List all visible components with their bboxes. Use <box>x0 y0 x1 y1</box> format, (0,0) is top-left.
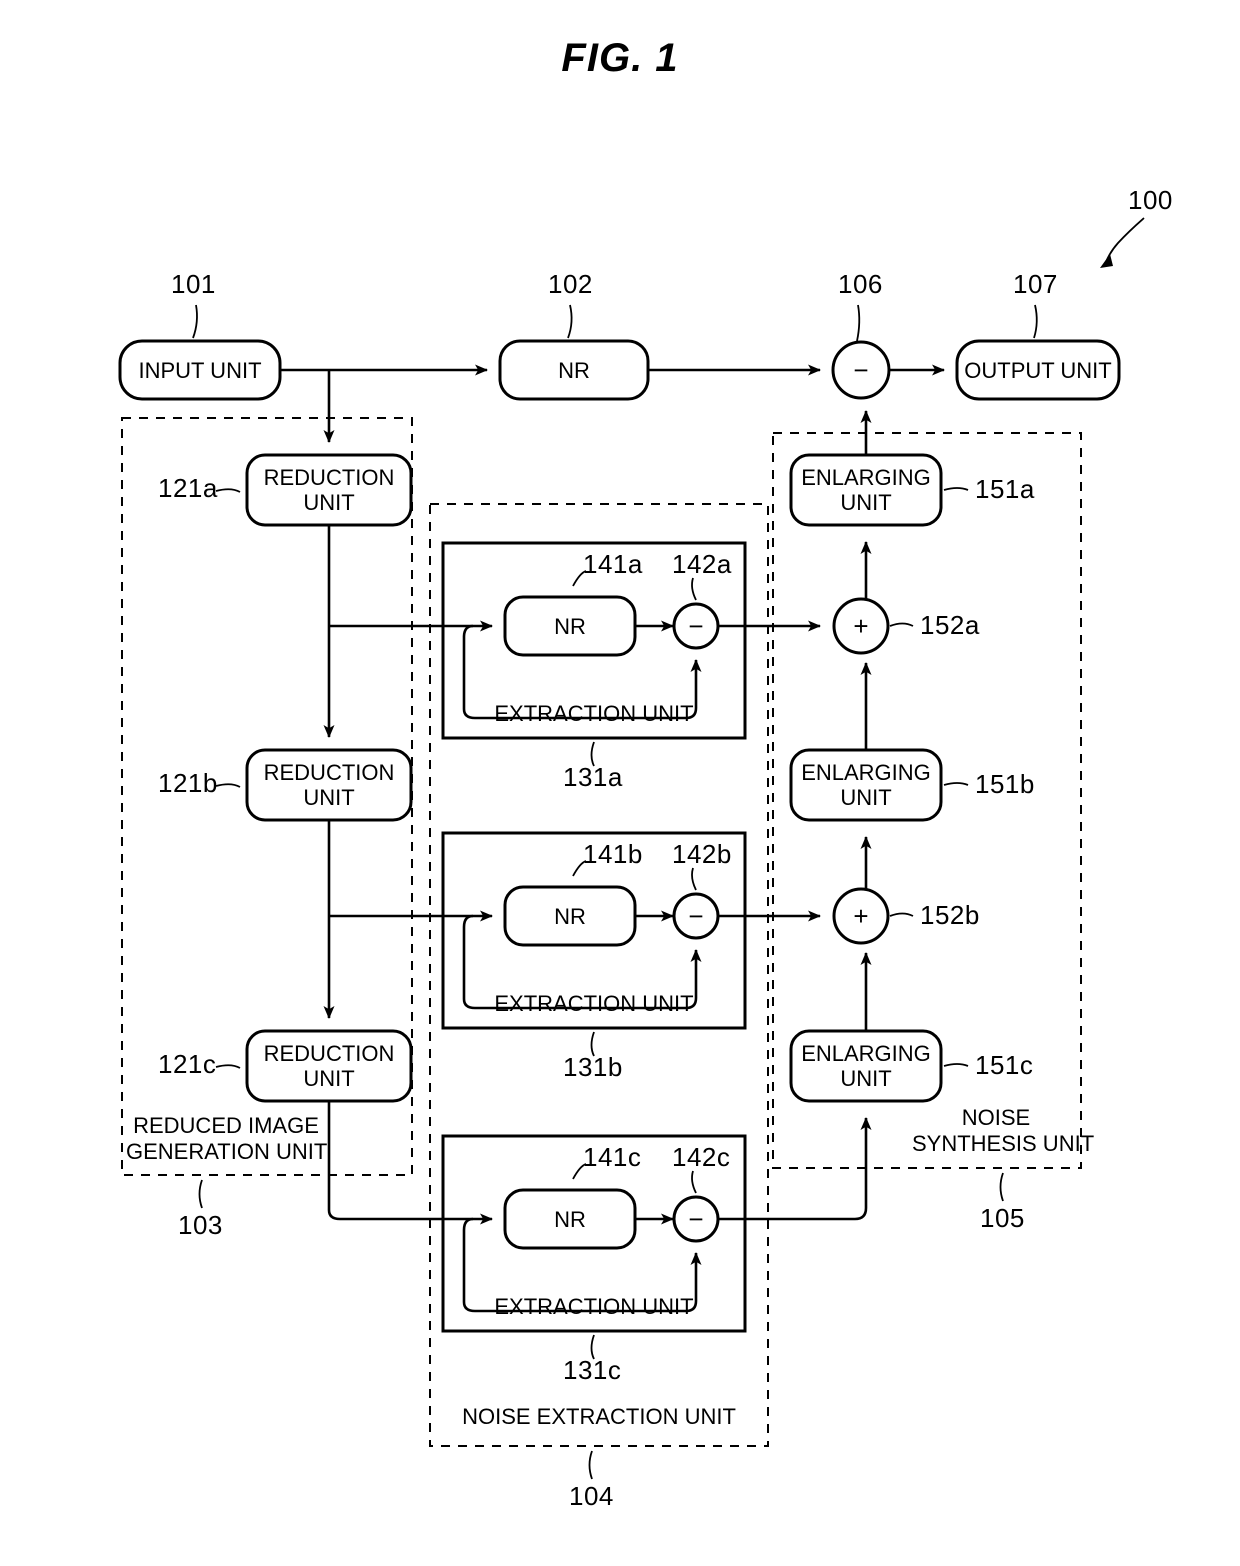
leader-102 <box>567 304 573 339</box>
ref-142c: 142c <box>672 1142 731 1172</box>
ref-103: 103 <box>178 1210 223 1240</box>
leader-107 <box>1033 304 1038 339</box>
subtract-c-symbol: − <box>688 1204 704 1234</box>
nr-main-label: NR <box>558 357 590 383</box>
subtract-main-symbol: − <box>853 355 869 385</box>
subtract-a-symbol: − <box>688 611 704 641</box>
enlarging-unit-a-label: ENLARGING UNIT <box>801 465 931 515</box>
leader-151b <box>943 782 969 786</box>
leader-151a <box>943 487 969 491</box>
leader-106 <box>856 304 861 342</box>
leader-101 <box>192 304 198 339</box>
figure-root: FIG. 1 INPUT UNIT NR OUTPUT UNIT − 101 1… <box>0 0 1240 1566</box>
noise-synthesis-unit-label: NOISE SYNTHESIS UNIT <box>912 1105 1095 1156</box>
ref-151c: 151c <box>975 1050 1034 1080</box>
nr-b-label: NR <box>554 903 586 929</box>
ref-102: 102 <box>548 269 593 299</box>
leader-121c <box>215 1064 241 1069</box>
nr-c-label: NR <box>554 1206 586 1232</box>
leader-142b <box>691 867 697 891</box>
ref-101: 101 <box>171 269 216 299</box>
ref-105: 105 <box>980 1203 1025 1233</box>
ref-121a: 121a <box>158 473 218 503</box>
nr-a-label: NR <box>554 613 586 639</box>
reduction-unit-a-label: REDUCTION UNIT <box>263 465 395 515</box>
ref-121c: 121c <box>158 1049 217 1079</box>
ref-152a: 152a <box>920 610 980 640</box>
reduction-unit-b-label: REDUCTION UNIT <box>263 760 395 810</box>
reduced-image-generation-unit-label: REDUCED IMAGE GENERATION UNIT <box>126 1113 328 1164</box>
leader-121b <box>215 783 241 788</box>
output-unit-label: OUTPUT UNIT <box>964 357 1112 383</box>
enlarging-unit-c-label: ENLARGING UNIT <box>801 1041 931 1091</box>
subtract-b-symbol: − <box>688 901 704 931</box>
ref-107: 107 <box>1013 269 1058 299</box>
ref-121b: 121b <box>158 768 218 798</box>
reduction-unit-c-label: REDUCTION UNIT <box>263 1041 395 1091</box>
ref-151a: 151a <box>975 474 1035 504</box>
ref-141a: 141a <box>583 549 643 579</box>
leader-142a <box>691 577 697 601</box>
leader-104 <box>588 1450 593 1480</box>
ref-142b: 142b <box>672 839 732 869</box>
leader-142c <box>691 1170 697 1194</box>
extraction-unit-c-label: EXTRACTION UNIT <box>494 1294 694 1319</box>
ref-131c: 131c <box>563 1355 622 1385</box>
noise-extraction-unit-label: NOISE EXTRACTION UNIT <box>462 1404 736 1429</box>
add-b-symbol: + <box>853 901 869 931</box>
leader-105 <box>999 1172 1004 1202</box>
ref-141b: 141b <box>583 839 643 869</box>
leader-103 <box>198 1179 203 1209</box>
ref-100: 100 <box>1128 185 1173 215</box>
add-a-symbol: + <box>853 611 869 641</box>
ref-151b: 151b <box>975 769 1035 799</box>
ref-131b: 131b <box>563 1052 623 1082</box>
ref-141c: 141c <box>583 1142 642 1172</box>
extraction-unit-b-label: EXTRACTION UNIT <box>494 991 694 1016</box>
ref-131a: 131a <box>563 762 623 792</box>
leader-151c <box>943 1063 969 1067</box>
leader-152a <box>889 622 914 627</box>
wire-reduction-c-to-extraction-c <box>327 1101 493 1225</box>
leader-121a <box>215 488 241 493</box>
ref-152b: 152b <box>920 900 980 930</box>
leader-152b <box>889 912 914 917</box>
extraction-unit-a-label: EXTRACTION UNIT <box>494 701 694 726</box>
ref-104: 104 <box>569 1481 614 1511</box>
ref-106: 106 <box>838 269 883 299</box>
enlarging-unit-b-label: ENLARGING UNIT <box>801 760 931 810</box>
leader-100-arrowhead <box>1100 254 1113 268</box>
input-unit-label: INPUT UNIT <box>138 357 262 383</box>
ref-142a: 142a <box>672 549 732 579</box>
leader-100 <box>1105 217 1145 263</box>
